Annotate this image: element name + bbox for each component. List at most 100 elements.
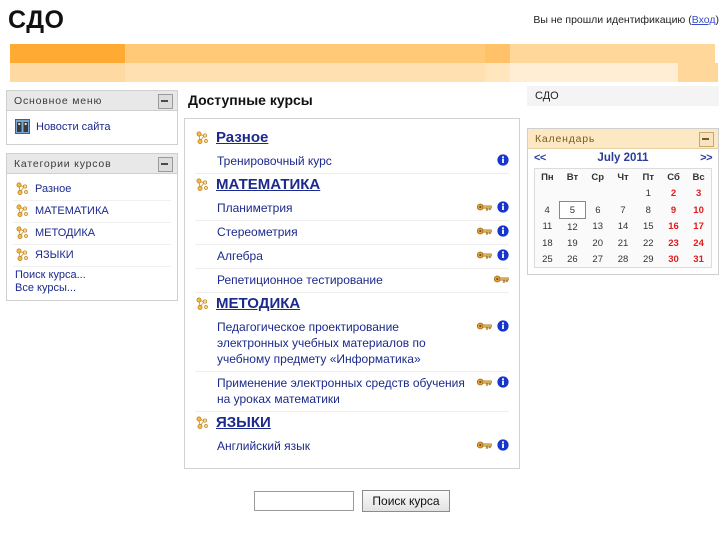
banner-segment <box>125 63 485 82</box>
calendar-day[interactable]: 10 <box>686 202 711 219</box>
calendar-day[interactable]: 29 <box>636 251 661 268</box>
enrolment-key-icon <box>493 273 509 285</box>
course-info-icon[interactable] <box>497 320 509 332</box>
calendar-day[interactable]: 23 <box>661 235 686 251</box>
course-icons <box>475 319 509 332</box>
course-category-name[interactable]: ЯЗЫКИ <box>216 414 271 431</box>
block-main-menu: Основное меню Новости сайта <box>6 90 178 145</box>
course-link[interactable]: Английский язык <box>195 438 475 454</box>
course-category-heading[interactable]: Разное <box>195 129 509 146</box>
course-info-icon[interactable] <box>497 225 509 237</box>
banner-segment <box>485 44 510 63</box>
course-link[interactable]: Применение электронных средств обучения … <box>195 375 475 407</box>
sidebar-category-label[interactable]: МЕТОДИКА <box>35 227 95 239</box>
sidebar-category-label[interactable]: МАТЕМАТИКА <box>35 205 109 217</box>
calendar-prev-month[interactable]: << <box>534 152 546 164</box>
calendar-day[interactable]: 25 <box>535 251 560 268</box>
course-link[interactable]: Педагогическое проектирование электронны… <box>195 319 475 367</box>
sidebar-category-label[interactable]: Разное <box>35 183 71 195</box>
course-row: Алгебра <box>195 245 509 269</box>
calendar-day[interactable]: 31 <box>686 251 711 268</box>
course-row: Планиметрия <box>195 197 509 221</box>
calendar-day[interactable]: 8 <box>636 202 661 219</box>
calendar-day[interactable]: 4 <box>535 202 560 219</box>
calendar-day <box>610 185 635 202</box>
sidebar-category-математика[interactable]: МАТЕМАТИКА <box>13 201 171 223</box>
course-info-icon[interactable] <box>497 439 509 451</box>
calendar-day[interactable]: 21 <box>610 235 635 251</box>
course-category-name[interactable]: Разное <box>216 129 268 146</box>
calendar-day[interactable]: 30 <box>661 251 686 268</box>
category-icon <box>15 248 29 262</box>
calendar-day[interactable]: 9 <box>661 202 686 219</box>
calendar-day[interactable]: 14 <box>610 219 635 236</box>
sidebar-category-разное[interactable]: Разное <box>13 179 171 201</box>
calendar-day[interactable]: 27 <box>585 251 610 268</box>
login-link[interactable]: Вход <box>692 14 716 26</box>
course-category-heading[interactable]: МАТЕМАТИКА <box>195 176 509 193</box>
course-icons <box>475 153 509 166</box>
calendar-day[interactable]: 20 <box>585 235 610 251</box>
calendar-day[interactable]: 11 <box>535 219 560 236</box>
course-icons <box>475 224 509 237</box>
sidebar-category-label[interactable]: ЯЗЫКИ <box>35 249 74 261</box>
sidebar-link[interactable]: Поиск курса... <box>15 269 169 282</box>
calendar-day[interactable]: 12 <box>560 219 585 236</box>
block-course-categories-title: Категории курсов <box>14 158 112 170</box>
calendar-day[interactable]: 13 <box>585 219 610 236</box>
course-search-input[interactable] <box>254 491 355 511</box>
calendar-day[interactable]: 22 <box>636 235 661 251</box>
course-category-heading[interactable]: МЕТОДИКА <box>195 295 509 312</box>
calendar-day[interactable]: 19 <box>560 235 585 251</box>
course-category-name[interactable]: МЕТОДИКА <box>216 295 300 312</box>
block-course-categories: Категории курсов Разное МАТЕМАТИКА МЕТОДИК… <box>6 153 178 301</box>
calendar-day[interactable]: 16 <box>661 219 686 236</box>
sidebar-item-site-news[interactable]: Новости сайта <box>13 116 171 138</box>
course-info-icon[interactable] <box>497 201 509 213</box>
course-icons <box>475 200 509 213</box>
calendar-day[interactable]: 17 <box>686 219 711 236</box>
course-link[interactable]: Тренировочный курс <box>195 153 475 169</box>
calendar-day[interactable]: 7 <box>610 202 635 219</box>
calendar-day[interactable]: 24 <box>686 235 711 251</box>
calendar-day[interactable]: 3 <box>686 185 711 202</box>
collapse-icon[interactable] <box>158 157 173 172</box>
enrolment-key-icon <box>476 249 492 261</box>
course-search-button[interactable]: Поиск курса <box>362 490 450 512</box>
course-category-name[interactable]: МАТЕМАТИКА <box>216 176 320 193</box>
course-link[interactable]: Алгебра <box>195 248 475 264</box>
calendar-next-month[interactable]: >> <box>700 152 712 164</box>
course-icons <box>475 248 509 261</box>
sidebar-category-языки[interactable]: ЯЗЫКИ <box>13 245 171 267</box>
course-info-icon[interactable] <box>497 249 509 261</box>
collapse-icon[interactable] <box>158 94 173 109</box>
calendar-day-today[interactable]: 5 <box>559 201 586 219</box>
calendar-day[interactable]: 28 <box>610 251 635 268</box>
calendar-navigation: << July 2011 >> <box>528 149 718 168</box>
course-category-heading[interactable]: ЯЗЫКИ <box>195 414 509 431</box>
calendar-day <box>585 185 610 202</box>
category-icon <box>195 178 209 192</box>
calendar-day[interactable]: 1 <box>636 185 661 202</box>
course-info-icon[interactable] <box>497 154 509 166</box>
banner-segment <box>10 63 125 82</box>
course-link[interactable]: Стереометрия <box>195 224 475 240</box>
sidebar-category-методика[interactable]: МЕТОДИКА <box>13 223 171 245</box>
calendar-day[interactable]: 2 <box>661 185 686 202</box>
banner-row-top <box>0 44 727 63</box>
calendar-day-grid: 1 2 3 4 5 6 7 8 9 10 11 12 13 14 15 16 17 18 19 20 21 22 23 24 2… <box>535 185 712 268</box>
calendar-day[interactable]: 6 <box>585 202 610 219</box>
block-calendar: Календарь << July 2011 >> Пн Вт Ср Чт Пт Сб Вс… <box>527 128 719 275</box>
calendar-day[interactable]: 26 <box>560 251 585 268</box>
sidebar-link[interactable]: Все курсы... <box>15 282 169 295</box>
course-info-icon[interactable] <box>497 376 509 388</box>
collapse-icon[interactable] <box>699 132 714 147</box>
category-icon <box>195 297 209 311</box>
course-link[interactable]: Планиметрия <box>195 200 475 216</box>
calendar-day[interactable]: 15 <box>636 219 661 236</box>
calendar-day[interactable]: 18 <box>535 235 560 251</box>
course-link[interactable]: Репетиционное тестирование <box>195 272 475 288</box>
sidebar-item-label[interactable]: Новости сайта <box>36 121 110 133</box>
right-block-region: Календарь << July 2011 >> Пн Вт Ср Чт Пт Сб Вс… <box>527 128 719 283</box>
login-status: Вы не прошли идентификацию (Вход) <box>533 14 719 26</box>
